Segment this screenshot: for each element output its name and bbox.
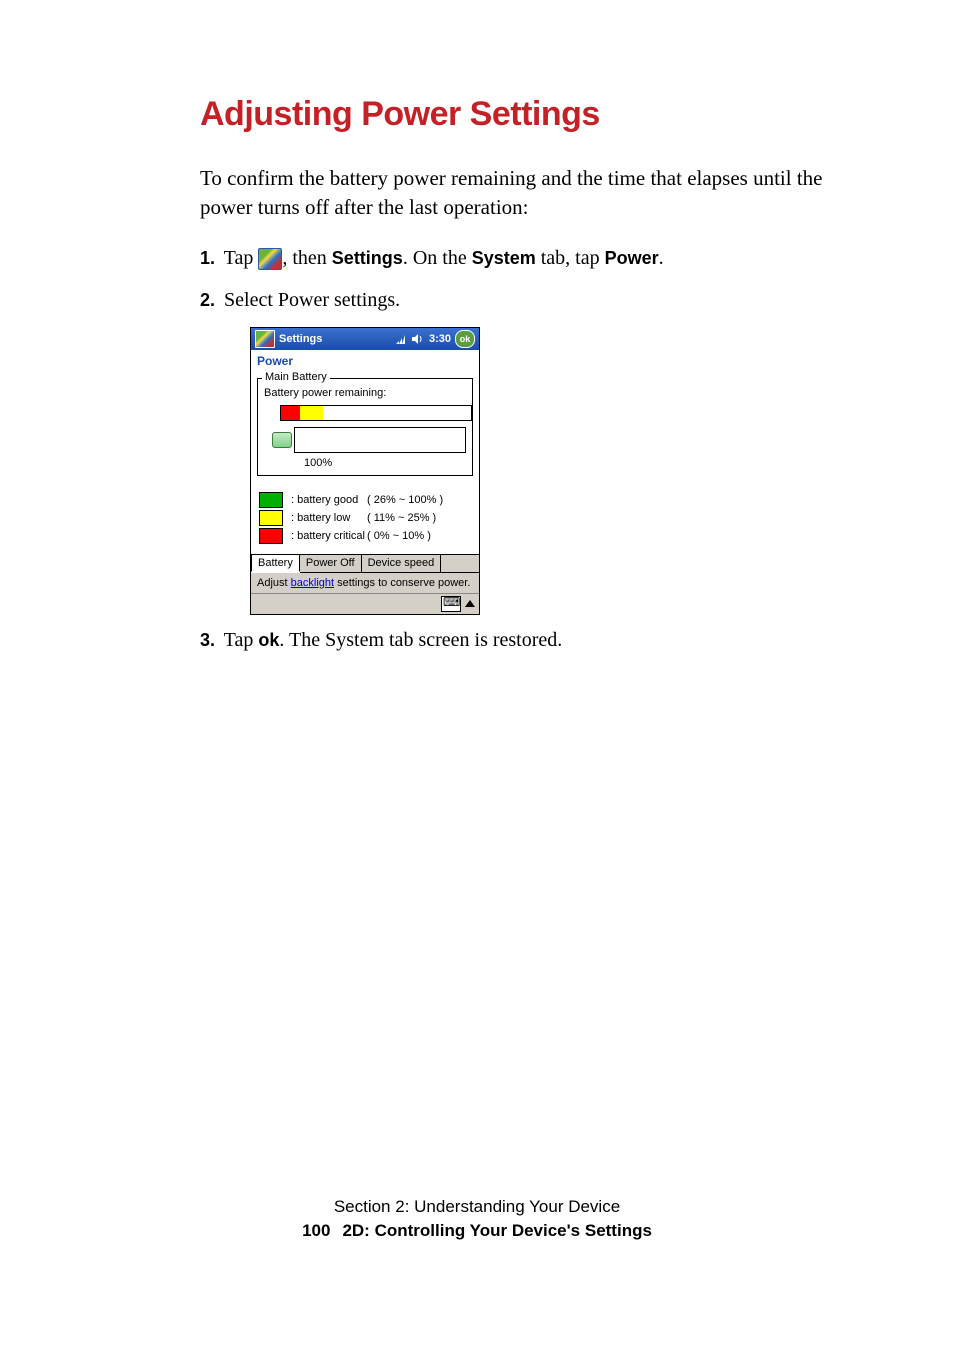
hint-text: settings to conserve power.	[334, 577, 470, 589]
step-number: 3.	[200, 630, 215, 650]
step-text: Select Power settings.	[219, 289, 400, 311]
remaining-label: Battery power remaining:	[264, 387, 466, 399]
menu-up-icon[interactable]	[465, 600, 475, 607]
sip-bar	[251, 593, 479, 614]
window-title: Settings	[279, 333, 393, 345]
tab-spacer	[441, 555, 479, 573]
step-text: .	[659, 247, 664, 269]
windows-start-icon	[258, 248, 282, 270]
system-label: System	[472, 248, 536, 268]
power-label: Power	[605, 248, 659, 268]
page-heading: Adjusting Power Settings	[200, 95, 854, 134]
legend-row-critical: : battery critical ( 0% ~ 10% )	[259, 528, 471, 544]
step-text: Tap	[219, 629, 258, 651]
battery-bar	[280, 405, 472, 421]
slider-thumb-icon[interactable]	[272, 432, 292, 448]
backlight-link[interactable]: backlight	[291, 577, 334, 589]
tab-power-off[interactable]: Power Off	[300, 555, 362, 573]
clock-time: 3:30	[429, 333, 451, 345]
tab-strip: Battery Power Off Device speed	[251, 554, 479, 573]
step-text: . The System tab screen is restored.	[279, 629, 562, 651]
step-number: 1.	[200, 248, 215, 268]
legend-label: : battery good	[291, 494, 367, 506]
swatch-red-icon	[259, 528, 283, 544]
slider-track	[294, 427, 466, 453]
footer-section: Section 2: Understanding Your Device	[0, 1197, 954, 1217]
swatch-yellow-icon	[259, 510, 283, 526]
step-3: 3. Tap ok. The System tab screen is rest…	[200, 625, 854, 655]
step-text: Tap	[219, 247, 258, 269]
tab-device-speed[interactable]: Device speed	[362, 555, 442, 573]
step-number: 2.	[200, 290, 215, 310]
legend-row-good: : battery good ( 26% ~ 100% )	[259, 492, 471, 508]
intro-paragraph: To confirm the battery power remaining a…	[200, 164, 854, 223]
page-footer: Section 2: Understanding Your Device 100…	[0, 1197, 954, 1241]
step-text: . On the	[403, 247, 472, 269]
hint-text: Adjust	[257, 577, 291, 589]
tab-battery[interactable]: Battery	[251, 554, 300, 572]
legend-row-low: : battery low ( 11% ~ 25% )	[259, 510, 471, 526]
settings-label: Settings	[332, 248, 403, 268]
signal-icon[interactable]	[395, 333, 407, 345]
pocketpc-screenshot: Settings 3:30 ok Power Main Battery Batt…	[250, 327, 480, 615]
page-number: 100	[302, 1221, 330, 1241]
keyboard-icon[interactable]	[441, 596, 461, 612]
legend-label: : battery low	[291, 512, 367, 524]
step-1: 1. Tap , then Settings. On the System ta…	[200, 243, 854, 273]
battery-slider[interactable]	[272, 427, 466, 453]
step-2: 2. Select Power settings.	[200, 285, 854, 315]
group-legend: Main Battery	[262, 371, 330, 383]
footer-chapter: 2D: Controlling Your Device's Settings	[342, 1221, 651, 1240]
battery-legend: : battery good ( 26% ~ 100% ) : battery …	[259, 492, 471, 544]
titlebar: Settings 3:30 ok	[251, 328, 479, 350]
bar-segment-critical	[281, 406, 300, 420]
volume-icon[interactable]	[411, 333, 423, 345]
legend-label: : battery critical	[291, 530, 367, 542]
step-text: tab, tap	[536, 247, 605, 269]
step-text: , then	[282, 247, 331, 269]
swatch-green-icon	[259, 492, 283, 508]
backlight-hint: Adjust backlight settings to conserve po…	[251, 573, 479, 593]
legend-range: ( 11% ~ 25% )	[367, 512, 436, 524]
battery-percent: 100%	[304, 457, 466, 469]
windows-flag-icon[interactable]	[255, 330, 275, 348]
bar-segment-low	[300, 406, 323, 420]
main-battery-group: Main Battery Battery power remaining: 10…	[257, 378, 473, 476]
legend-range: ( 26% ~ 100% )	[367, 494, 443, 506]
ok-label: ok	[258, 630, 279, 650]
legend-range: ( 0% ~ 10% )	[367, 530, 431, 542]
ok-button[interactable]: ok	[455, 330, 475, 348]
